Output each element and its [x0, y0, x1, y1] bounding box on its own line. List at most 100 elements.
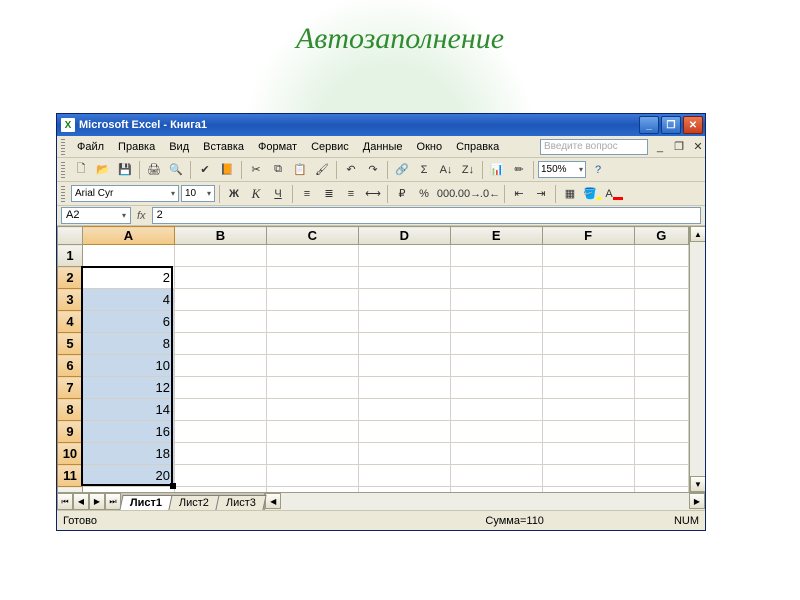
toolbar-handle[interactable] [61, 162, 65, 178]
cell-F9[interactable] [542, 421, 634, 443]
minimize-button[interactable]: _ [639, 116, 659, 134]
font-select[interactable]: Arial Cyr [71, 185, 179, 202]
cell-D5[interactable] [358, 333, 450, 355]
cell-A12[interactable] [82, 487, 174, 493]
align-center-icon[interactable]: ≣ [319, 184, 339, 204]
row-header-4[interactable]: 4 [58, 311, 83, 333]
decrease-indent-icon[interactable]: ⇤ [509, 184, 529, 204]
cell-A9[interactable]: 16 [82, 421, 174, 443]
sheet-nav[interactable]: ⏮ ◀ ▶ ⏭ [57, 493, 121, 510]
cell-G5[interactable] [634, 333, 688, 355]
cell-D4[interactable] [358, 311, 450, 333]
cell-E2[interactable] [450, 267, 542, 289]
toolbar-handle[interactable] [61, 139, 65, 155]
research-icon[interactable]: 📙 [217, 160, 237, 180]
cell-B11[interactable] [174, 465, 266, 487]
menu-edit[interactable]: Правка [112, 139, 161, 155]
cell-D1[interactable] [358, 245, 450, 267]
row-header-2[interactable]: 2 [58, 267, 83, 289]
cell-C9[interactable] [266, 421, 358, 443]
cell-G7[interactable] [634, 377, 688, 399]
print-preview-icon[interactable]: 🔍 [166, 160, 186, 180]
column-header-F[interactable]: F [542, 227, 634, 245]
sheet-last-icon[interactable]: ⏭ [105, 493, 121, 510]
cell-D12[interactable] [358, 487, 450, 493]
cell-E5[interactable] [450, 333, 542, 355]
close-button[interactable]: ✕ [683, 116, 703, 134]
fill-color-icon[interactable]: 🪣 [582, 184, 602, 204]
help-search-input[interactable]: Введите вопрос [540, 139, 648, 155]
cell-B8[interactable] [174, 399, 266, 421]
vertical-scrollbar[interactable]: ▲ ▼ [689, 226, 705, 492]
column-header-A[interactable]: A [82, 227, 174, 245]
column-header-B[interactable]: B [174, 227, 266, 245]
cell-A4[interactable]: 6 [82, 311, 174, 333]
print-icon[interactable]: 🖨 [144, 160, 164, 180]
cell-C11[interactable] [266, 465, 358, 487]
scroll-right-icon[interactable]: ▶ [689, 493, 705, 509]
cell-C3[interactable] [266, 289, 358, 311]
increase-indent-icon[interactable]: ⇥ [531, 184, 551, 204]
cell-A8[interactable]: 14 [82, 399, 174, 421]
cell-E4[interactable] [450, 311, 542, 333]
save-icon[interactable]: 💾 [115, 160, 135, 180]
cell-A10[interactable]: 18 [82, 443, 174, 465]
comma-style-icon[interactable]: 000 [436, 184, 456, 204]
cell-G10[interactable] [634, 443, 688, 465]
select-all-corner[interactable] [58, 227, 83, 245]
cell-E1[interactable] [450, 245, 542, 267]
paste-icon[interactable]: 📋 [290, 160, 310, 180]
decrease-decimal-icon[interactable]: .0← [480, 184, 500, 204]
hyperlink-icon[interactable]: 🔗 [392, 160, 412, 180]
cell-D7[interactable] [358, 377, 450, 399]
cell-F3[interactable] [542, 289, 634, 311]
row-header-9[interactable]: 9 [58, 421, 83, 443]
cell-C1[interactable] [266, 245, 358, 267]
cell-E6[interactable] [450, 355, 542, 377]
cell-C8[interactable] [266, 399, 358, 421]
column-header-C[interactable]: C [266, 227, 358, 245]
drawing-icon[interactable]: ✏ [509, 160, 529, 180]
cell-F5[interactable] [542, 333, 634, 355]
doc-restore-button[interactable]: ❐ [672, 140, 686, 154]
cell-D10[interactable] [358, 443, 450, 465]
cut-icon[interactable]: ✂ [246, 160, 266, 180]
formula-input[interactable]: 2 [152, 207, 701, 224]
cell-F1[interactable] [542, 245, 634, 267]
menu-data[interactable]: Данные [357, 139, 409, 155]
cell-G3[interactable] [634, 289, 688, 311]
italic-button[interactable]: К [246, 184, 266, 204]
merge-center-icon[interactable]: ⟷ [363, 184, 383, 204]
cell-A5[interactable]: 8 [82, 333, 174, 355]
sheet-prev-icon[interactable]: ◀ [73, 493, 89, 510]
row-header-12[interactable]: 12 [58, 487, 83, 493]
copy-icon[interactable]: ⧉ [268, 160, 288, 180]
menu-window[interactable]: Окно [411, 139, 449, 155]
menu-format[interactable]: Формат [252, 139, 303, 155]
underline-button[interactable]: Ч [268, 184, 288, 204]
cell-F8[interactable] [542, 399, 634, 421]
menu-view[interactable]: Вид [163, 139, 195, 155]
maximize-button[interactable]: ❐ [661, 116, 681, 134]
column-header-D[interactable]: D [358, 227, 450, 245]
cell-C4[interactable] [266, 311, 358, 333]
worksheet-grid[interactable]: ABCDEFG1223446586107128149161018112012 ▲… [57, 226, 705, 510]
sheet-next-icon[interactable]: ▶ [89, 493, 105, 510]
cell-F4[interactable] [542, 311, 634, 333]
name-box[interactable]: A2 [61, 207, 131, 224]
cell-D3[interactable] [358, 289, 450, 311]
zoom-select[interactable]: 150% [538, 161, 586, 178]
doc-close-button[interactable]: ✕ [691, 140, 705, 154]
undo-icon[interactable]: ↶ [341, 160, 361, 180]
toolbar-handle[interactable] [61, 186, 65, 202]
cell-D9[interactable] [358, 421, 450, 443]
cell-G6[interactable] [634, 355, 688, 377]
column-header-G[interactable]: G [634, 227, 688, 245]
row-header-5[interactable]: 5 [58, 333, 83, 355]
cell-B4[interactable] [174, 311, 266, 333]
scroll-left-icon[interactable]: ◀ [265, 493, 281, 509]
sheet-tab-1[interactable]: Лист1 [119, 495, 172, 510]
cell-F10[interactable] [542, 443, 634, 465]
chart-icon[interactable]: 📊 [487, 160, 507, 180]
cell-C5[interactable] [266, 333, 358, 355]
